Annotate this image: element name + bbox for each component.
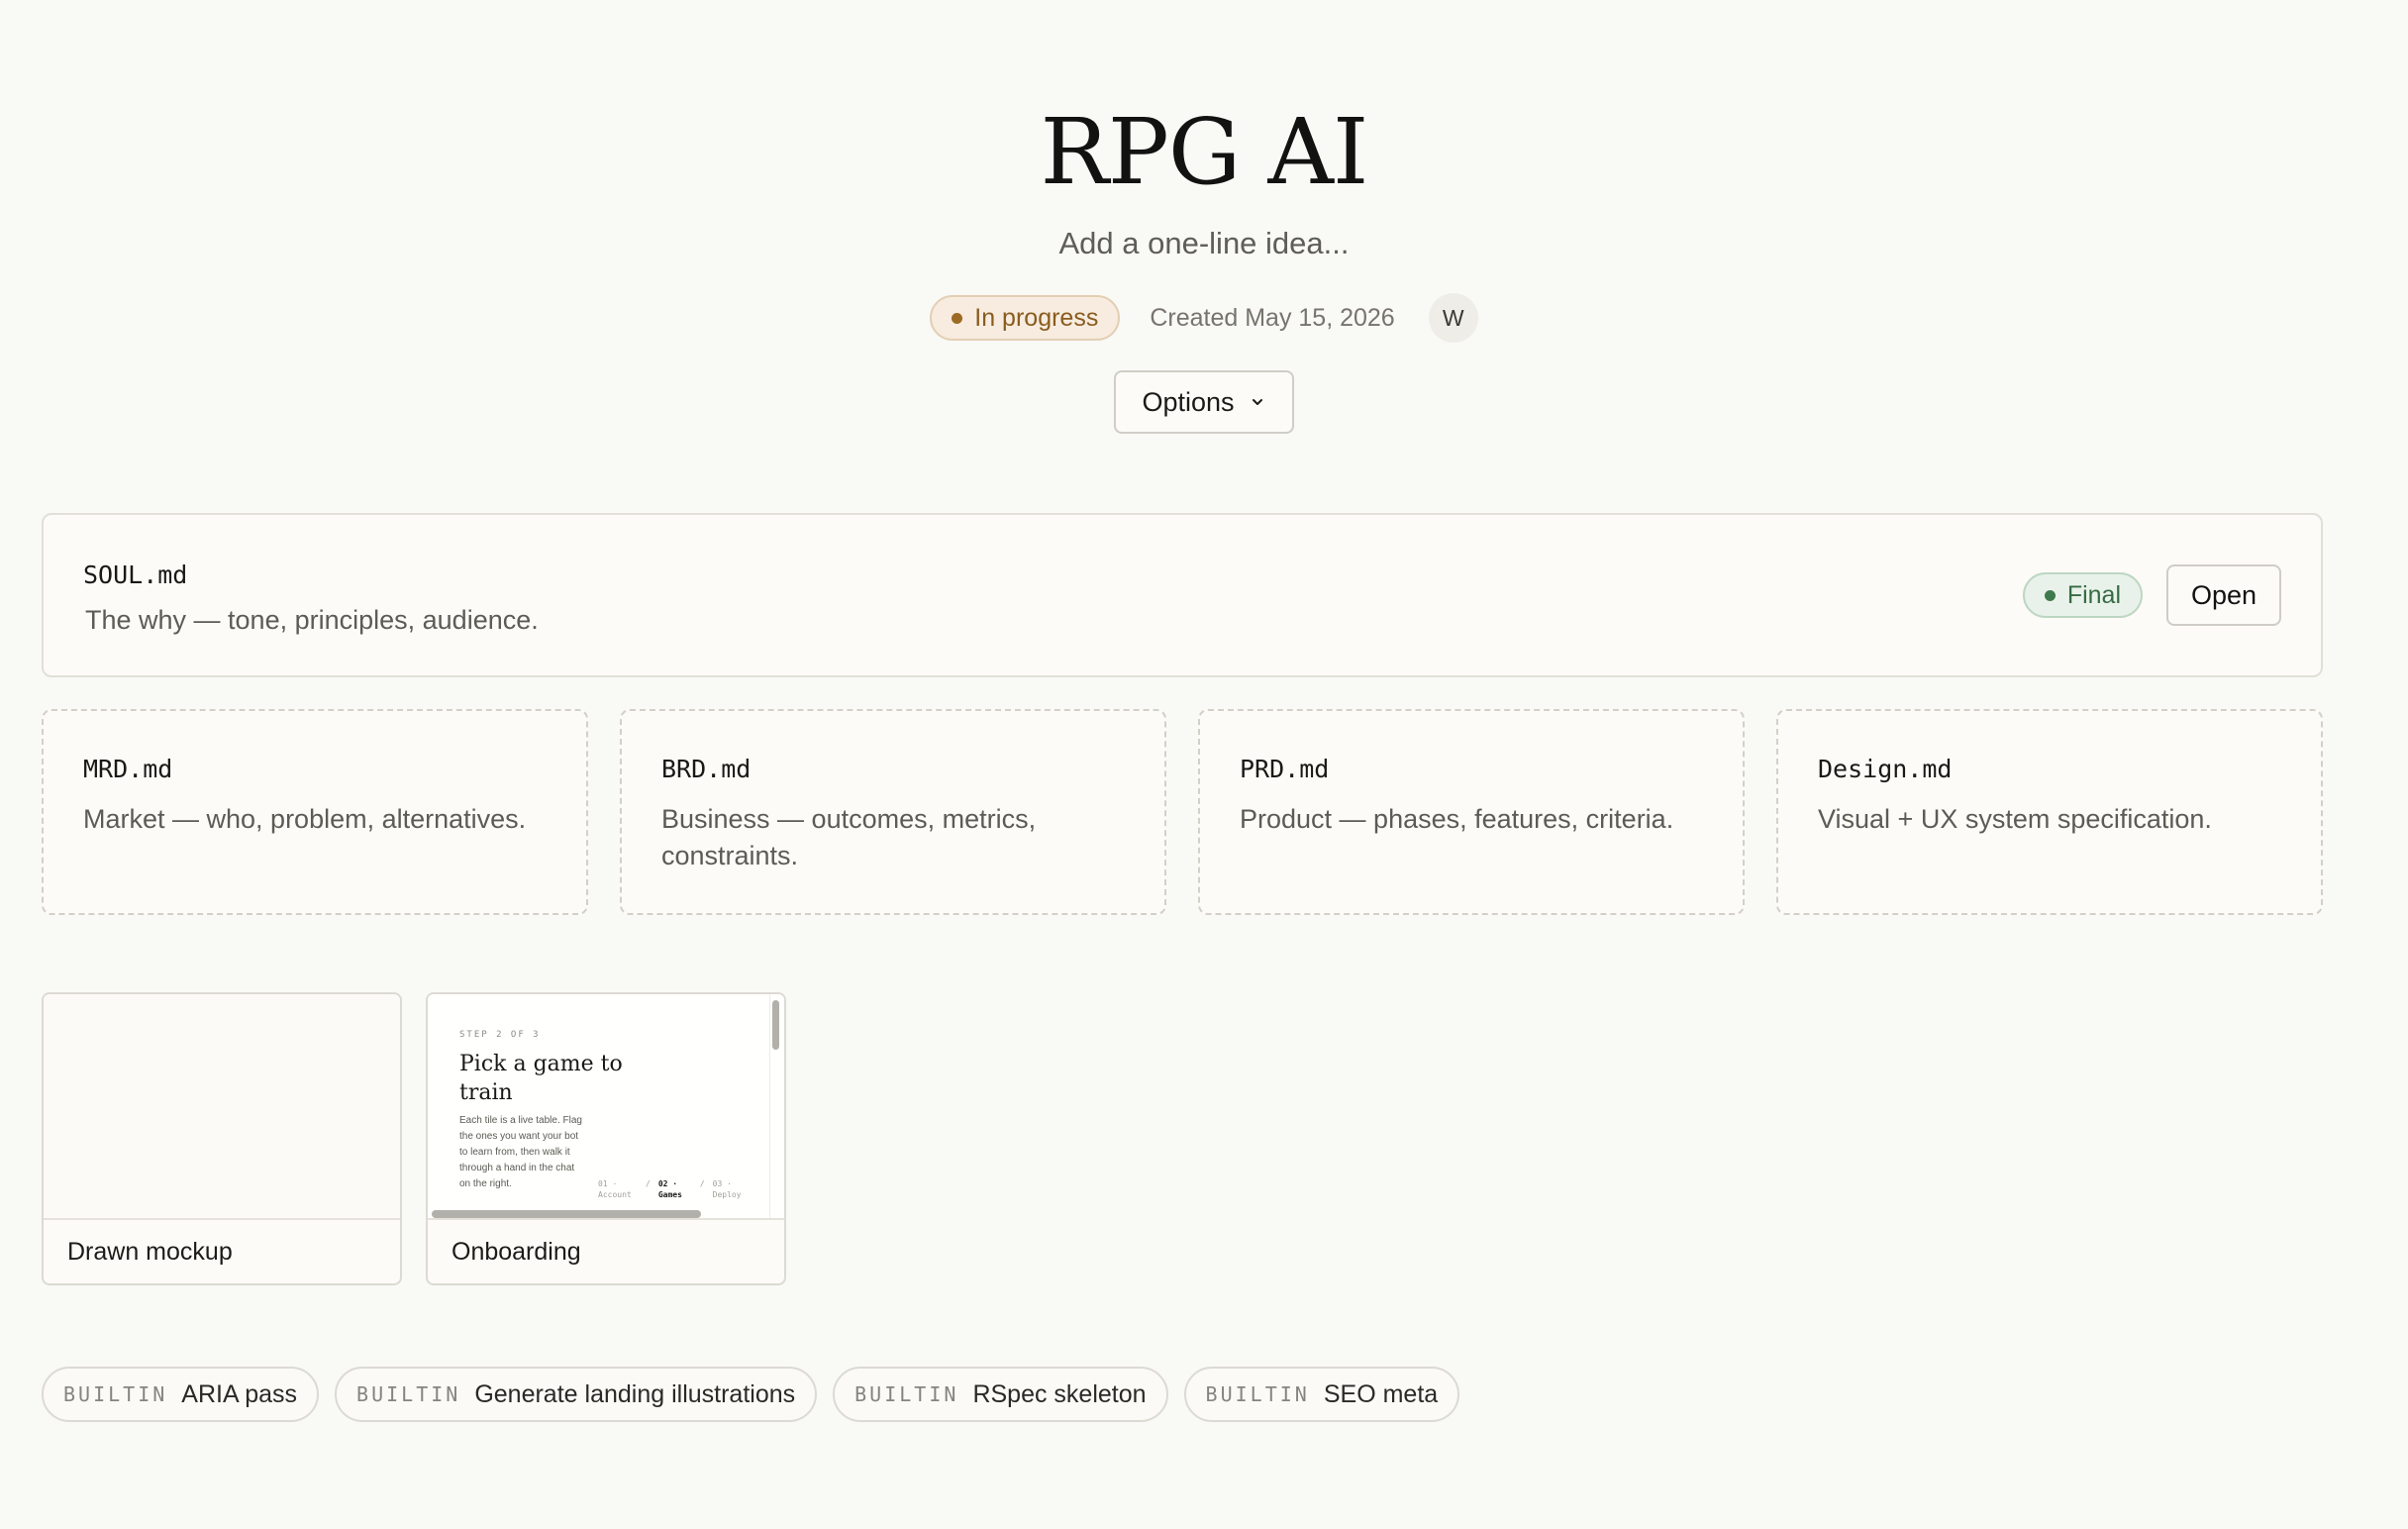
soul-doc-card: SOUL.md The why — tone, principles, audi… (42, 513, 2323, 677)
doc-description: The why — tone, principles, audience. (85, 605, 539, 635)
skill-label: Generate landing illustrations (474, 1379, 796, 1408)
mockup-card-onboarding[interactable]: STEP 2 OF 3 Pick a game to train Each ti… (426, 992, 786, 1285)
preview-step: STEP 2 OF 3 (459, 1030, 541, 1040)
preview-stepper: 01 · Account / 02 · Games / 03 · Deploy (598, 1178, 749, 1200)
created-date: Created May 15, 2026 (1150, 303, 1395, 332)
doc-grid: MRD.md Market — who, problem, alternativ… (42, 709, 2323, 915)
preview-step-separator: / (646, 1179, 651, 1188)
preview-step-deploy: 03 · Deploy (712, 1179, 742, 1199)
mockup-thumbnail: STEP 2 OF 3 Pick a game to train Each ti… (428, 994, 784, 1220)
preview-vertical-scrollbar[interactable] (770, 994, 780, 1054)
preview-step-account: 01 · Account (598, 1179, 632, 1199)
skill-chip-seo[interactable]: BUILTIN SEO meta (1183, 1367, 1460, 1422)
skill-chip-aria[interactable]: BUILTIN ARIA pass (42, 1367, 320, 1422)
skill-label: ARIA pass (181, 1379, 298, 1408)
chevron-down-icon (1252, 399, 1262, 405)
skill-kind: BUILTIN (1205, 1382, 1310, 1406)
status-label: In progress (974, 303, 1099, 332)
skill-kind: BUILTIN (63, 1382, 168, 1406)
doc-description: Product — phases, features, criteria. (1240, 804, 1674, 834)
skill-label: RSpec skeleton (972, 1379, 1147, 1408)
options-wrap: Options (0, 370, 2408, 434)
mockup-label: Onboarding (452, 1237, 581, 1266)
skills-row: BUILTIN ARIA pass BUILTIN Generate landi… (42, 1367, 1460, 1422)
mockup-thumbnail (44, 994, 400, 1220)
final-badge: Final (2022, 572, 2143, 618)
doc-card-mrd[interactable]: MRD.md Market — who, problem, alternativ… (42, 709, 588, 915)
preview-step-games: 02 · Games (657, 1179, 682, 1199)
doc-card-brd[interactable]: BRD.md Business — outcomes, metrics, con… (620, 709, 1166, 915)
status-dot-icon (952, 312, 963, 324)
project-idea-placeholder[interactable]: Add a one-line idea... (0, 224, 2408, 263)
doc-description: Business — outcomes, metrics, constraint… (661, 804, 1037, 870)
project-title[interactable]: RPG AI (0, 97, 2408, 208)
doc-name: PRD.md (1240, 755, 1330, 783)
preview-horizontal-scrollbar[interactable] (432, 1210, 701, 1218)
open-button[interactable]: Open (2166, 564, 2281, 626)
mockup-label: Drawn mockup (67, 1237, 233, 1266)
doc-card-design[interactable]: Design.md Visual + UX system specificati… (1776, 709, 2323, 915)
mockups-row: Drawn mockup STEP 2 OF 3 Pick a game to … (42, 992, 786, 1285)
preview-title: Pick a game to train (459, 1052, 623, 1105)
doc-name: SOUL.md (83, 561, 188, 589)
doc-name: MRD.md (83, 755, 173, 783)
options-button[interactable]: Options (1114, 370, 1294, 434)
doc-description: Market — who, problem, alternatives. (83, 804, 527, 834)
skill-kind: BUILTIN (356, 1382, 461, 1406)
doc-name: Design.md (1818, 755, 1953, 783)
skill-label: SEO meta (1323, 1379, 1439, 1408)
skill-chip-landing-illustrations[interactable]: BUILTIN Generate landing illustrations (335, 1367, 818, 1422)
skill-chip-rspec[interactable]: BUILTIN RSpec skeleton (833, 1367, 1168, 1422)
page: RPG AI Add a one-line idea... In progres… (0, 0, 2408, 1529)
skill-kind: BUILTIN (854, 1382, 959, 1406)
preview-step-separator: / (699, 1179, 705, 1188)
status-dot-icon (2044, 589, 2056, 601)
preview-body: Each tile is a live table. Flag the ones… (459, 1115, 582, 1189)
mockup-card-drawn[interactable]: Drawn mockup (42, 992, 402, 1285)
doc-description: Visual + UX system specification. (1818, 804, 2212, 834)
onboarding-preview: STEP 2 OF 3 Pick a game to train Each ti… (428, 994, 784, 1218)
avatar-initial: W (1442, 304, 1464, 331)
doc-name: BRD.md (661, 755, 752, 783)
options-label: Options (1142, 386, 1235, 417)
status-badge: In progress (930, 295, 1121, 341)
final-label: Final (2066, 580, 2121, 609)
project-meta: In progress Created May 15, 2026 W (0, 293, 2408, 343)
doc-card-prd[interactable]: PRD.md Product — phases, features, crite… (1198, 709, 1745, 915)
avatar[interactable]: W (1428, 293, 1478, 343)
